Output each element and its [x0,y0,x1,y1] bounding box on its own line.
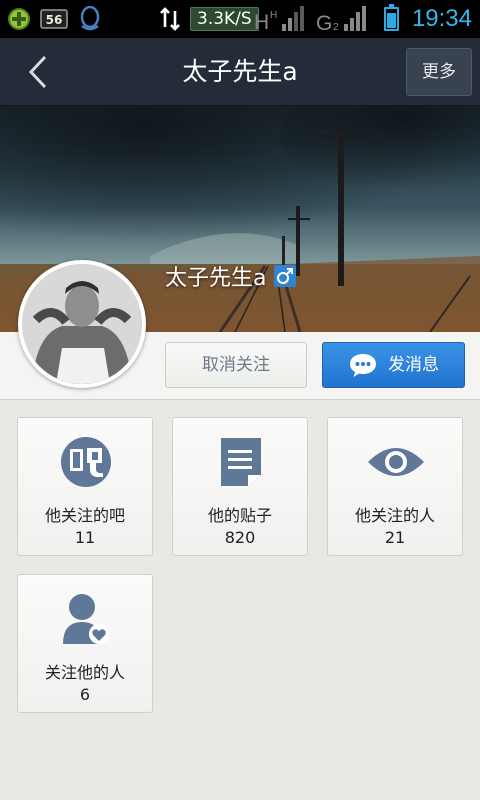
battery-fill [387,13,396,28]
clock: 19:34 [411,5,472,32]
qq-icon [78,6,102,32]
tile-label: 关注他的人 [44,663,125,682]
more-button[interactable]: 更多 [406,48,472,96]
document-icon [211,434,271,490]
avatar[interactable] [18,260,146,388]
tile-count: 6 [79,685,91,704]
back-button[interactable] [10,38,66,106]
tile-label: 他关注的人 [354,506,435,525]
tile-label: 他关注的吧 [44,506,125,525]
tile-followed-bars[interactable]: 他关注的吧 11 [17,417,153,556]
tile-label: 他的贴子 [207,506,272,525]
signal-g-icon: G [316,12,332,34]
male-icon [274,265,297,287]
send-message-label: 发消息 [388,355,439,375]
svg-text:2: 2 [333,22,339,33]
data-transfer-icon [158,6,182,32]
send-message-button[interactable]: 发消息 [322,342,465,388]
network-badge-text: 56 [46,13,63,27]
nav-bar: 太子先生a 更多 [0,38,480,106]
tile-followers[interactable]: 关注他的人 6 [17,574,153,713]
svg-text:H: H [270,10,277,21]
eye-icon [366,434,426,490]
tile-following[interactable]: 他关注的人 21 [327,417,463,556]
profile-name: 太子先生a [165,260,297,292]
tile-count: 21 [384,528,406,547]
battery-icon [384,4,399,31]
tile-count: 820 [224,528,256,547]
network-speed: 3.3K/S [190,7,259,31]
follower-icon [56,591,116,647]
profile-name-text: 太子先生a [165,266,267,291]
bar-icon [56,434,116,490]
tile-count: 11 [74,528,96,547]
signal-indicators: H H G 2 [254,6,366,34]
back-arrow-icon [28,55,47,89]
game-center-icon [6,6,32,32]
chat-bubble-icon [350,354,376,377]
page-title: 太子先生a [182,57,298,86]
signal-h-icon: H [254,11,269,34]
tile-his-posts[interactable]: 他的贴子 820 [172,417,308,556]
status-bar: 56 3.3K/S H H G 2 19:34 [0,0,480,38]
app-56-icon: 56 [40,6,68,32]
unfollow-button[interactable]: 取消关注 [165,342,307,388]
